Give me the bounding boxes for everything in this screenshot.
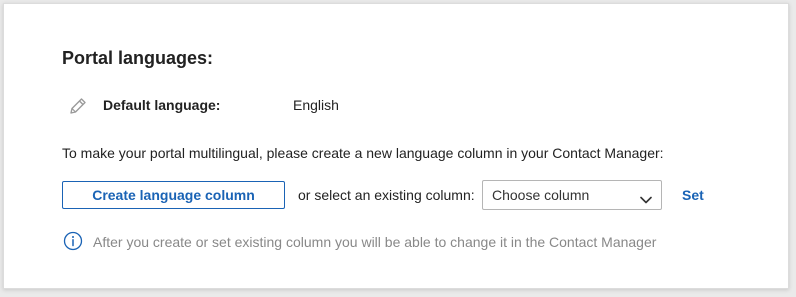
default-language-value: English xyxy=(293,97,339,113)
set-button[interactable]: Set xyxy=(682,187,704,203)
instruction-text: To make your portal multilingual, please… xyxy=(62,145,664,161)
section-title: Portal languages: xyxy=(62,48,214,68)
column-select-value: Choose column xyxy=(492,187,590,203)
default-language-label: Default language: xyxy=(103,97,221,113)
info-icon xyxy=(63,231,83,251)
column-select[interactable]: Choose column xyxy=(482,180,662,210)
portal-languages-card: Portal languages: Default language: Engl… xyxy=(3,3,789,289)
pencil-icon[interactable] xyxy=(67,95,89,117)
create-language-column-button[interactable]: Create language column xyxy=(62,181,285,209)
info-text: After you create or set existing column … xyxy=(93,234,657,250)
chevron-down-icon xyxy=(640,191,652,204)
select-existing-label: or select an existing column: xyxy=(298,187,475,203)
